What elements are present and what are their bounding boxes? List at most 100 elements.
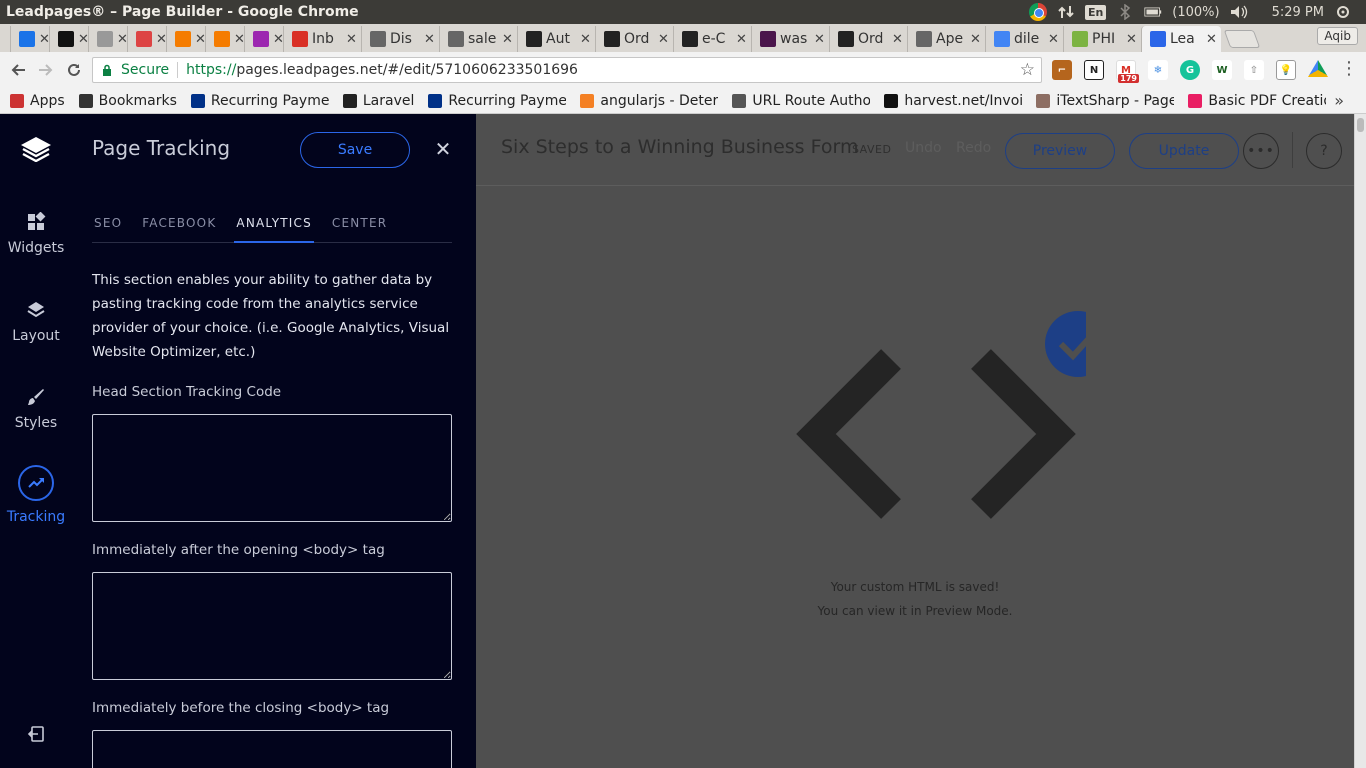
tab-facebook[interactable]: FACEBOOK (140, 210, 218, 243)
new-tab-button[interactable] (1223, 30, 1261, 48)
bookmark-item[interactable]: Recurring Paymen (190, 93, 329, 109)
upload-extension-icon[interactable]: ⇧ (1244, 60, 1264, 80)
volume-icon[interactable] (1230, 3, 1248, 21)
undo-button[interactable]: Undo (905, 140, 942, 156)
battery-icon[interactable] (1144, 3, 1162, 21)
body-close-code-field[interactable] (92, 730, 452, 768)
tab-close-icon[interactable]: ✕ (814, 32, 826, 47)
tab-close-icon[interactable]: ✕ (1206, 32, 1218, 47)
tab-close-icon[interactable]: ✕ (346, 32, 358, 47)
browser-tab[interactable]: Ape ✕ (907, 26, 985, 52)
google-drive-extension-icon[interactable] (1308, 60, 1328, 77)
tab-close-icon[interactable]: ✕ (970, 32, 982, 47)
chrome-icon[interactable] (1028, 3, 1047, 21)
browser-tab[interactable]: Dis ✕ (361, 26, 439, 52)
tab-close-icon[interactable]: ✕ (195, 32, 205, 47)
browser-tab[interactable]: PHI ✕ (1063, 26, 1141, 52)
forward-icon[interactable] (32, 56, 60, 84)
keyboard-language[interactable]: En (1084, 4, 1107, 20)
page-scrollbar[interactable] (1354, 114, 1366, 768)
close-icon[interactable]: ✕ (434, 139, 452, 159)
bookmark-item[interactable]: iTextSharp - Page l (1036, 93, 1174, 109)
browser-tab[interactable]: Ord ✕ (829, 26, 907, 52)
bookmark-item[interactable]: angularjs - Determ (580, 93, 718, 109)
bookmark-item[interactable]: URL Route Author (732, 93, 870, 109)
ruler-extension-icon[interactable]: ⌐ (1052, 60, 1072, 80)
tab-close-icon[interactable]: ✕ (1126, 32, 1138, 47)
update-button[interactable]: Update (1129, 133, 1239, 169)
tab-close-icon[interactable]: ✕ (117, 32, 127, 47)
tab-close-icon[interactable]: ✕ (39, 32, 49, 47)
tab-close-icon[interactable]: ✕ (658, 32, 670, 47)
tab-close-icon[interactable]: ✕ (1048, 32, 1060, 47)
wappalyzer-extension-icon[interactable]: W (1212, 60, 1232, 80)
browser-tab[interactable]: was ✕ (751, 26, 829, 52)
lightbulb-extension-icon[interactable]: 💡 (1276, 60, 1296, 80)
bookmark-item[interactable]: Apps (10, 93, 65, 109)
browser-tab-label: Ord (858, 31, 884, 47)
browser-tab[interactable]: Ord ✕ (595, 26, 673, 52)
bluetooth-icon[interactable] (1116, 3, 1134, 21)
network-icon[interactable] (1057, 3, 1075, 21)
nav-widgets[interactable]: Widgets (0, 212, 72, 256)
browser-tab[interactable]: dile ✕ (985, 26, 1063, 52)
tab-center[interactable]: CENTER (330, 210, 389, 243)
reload-icon[interactable] (60, 56, 88, 84)
tab-close-icon[interactable]: ✕ (580, 32, 592, 47)
tab-close-icon[interactable]: ✕ (736, 32, 748, 47)
preview-button[interactable]: Preview (1005, 133, 1115, 169)
snowflake-extension-icon[interactable]: ❄ (1148, 60, 1168, 80)
tab-close-icon[interactable]: ✕ (502, 32, 514, 47)
bookmark-star-icon[interactable]: ☆ (1020, 60, 1035, 80)
grammarly-extension-icon[interactable]: G (1180, 60, 1200, 80)
head-code-field[interactable] (92, 414, 452, 522)
page-title[interactable]: Six Steps to a Winning Business Form (501, 136, 858, 158)
nav-styles[interactable]: Styles (0, 387, 72, 431)
browser-tab[interactable]: e-C ✕ (673, 26, 751, 52)
tab-seo[interactable]: SEO (92, 210, 124, 243)
chrome-menu-icon[interactable]: ⋮ (1340, 60, 1358, 78)
browser-tab[interactable]: ✕ (10, 26, 49, 52)
clock[interactable]: 5:29 PM (1272, 5, 1324, 20)
bookmark-item[interactable]: Laravel (342, 93, 414, 109)
browser-tab[interactable]: Aut ✕ (517, 26, 595, 52)
gmail-extension-icon[interactable]: M 179 (1116, 60, 1139, 83)
profile-button[interactable]: Aqib (1317, 27, 1358, 45)
more-options-button[interactable]: ••• (1243, 133, 1279, 169)
leadpages-logo-icon[interactable] (20, 136, 52, 162)
tab-analytics[interactable]: ANALYTICS (234, 210, 314, 243)
redo-button[interactable]: Redo (956, 140, 991, 156)
tab-close-icon[interactable]: ✕ (234, 32, 244, 47)
browser-tab-label: Ord (624, 31, 650, 47)
power-gear-icon[interactable] (1334, 3, 1352, 21)
tab-close-icon[interactable]: ✕ (156, 32, 166, 47)
bookmark-item[interactable]: harvest.net/Invoic (884, 93, 1022, 109)
bookmark-item[interactable]: Recurring Paymen (428, 93, 566, 109)
browser-tab[interactable]: sale ✕ (439, 26, 517, 52)
collapse-panel-icon[interactable] (26, 724, 46, 744)
help-button[interactable]: ? (1306, 133, 1342, 169)
notion-extension-icon[interactable]: N (1084, 60, 1104, 80)
browser-tab[interactable]: Lea ✕ (1141, 26, 1221, 52)
bookmark-item[interactable]: Basic PDF Creatio (1188, 93, 1326, 109)
tab-close-icon[interactable]: ✕ (424, 32, 436, 47)
save-button[interactable]: Save (300, 132, 410, 168)
browser-tab[interactable]: ✕ (49, 26, 88, 52)
browser-tab[interactable]: ✕ (205, 26, 244, 52)
nav-layout[interactable]: Layout (0, 300, 72, 344)
address-bar[interactable]: Secure https:// pages.leadpages.net/#/ed… (92, 57, 1042, 83)
browser-tab[interactable]: ✕ (166, 26, 205, 52)
tab-close-icon[interactable]: ✕ (78, 32, 88, 47)
bookmarks-overflow-icon[interactable]: » (1334, 91, 1344, 110)
bookmark-item[interactable]: Bookmarks (78, 93, 177, 109)
tab-close-icon[interactable]: ✕ (273, 32, 283, 47)
back-icon[interactable] (4, 56, 32, 84)
browser-tab[interactable]: ✕ (127, 26, 166, 52)
nav-tracking[interactable]: Tracking (0, 465, 72, 525)
tab-close-icon[interactable]: ✕ (892, 32, 904, 47)
browser-tab[interactable]: ✕ (244, 26, 283, 52)
body-open-code-field[interactable] (92, 572, 452, 680)
browser-tab[interactable]: Inb ✕ (283, 26, 361, 52)
browser-tab[interactable]: ✕ (88, 26, 127, 52)
secure-label[interactable]: Secure (121, 62, 169, 78)
